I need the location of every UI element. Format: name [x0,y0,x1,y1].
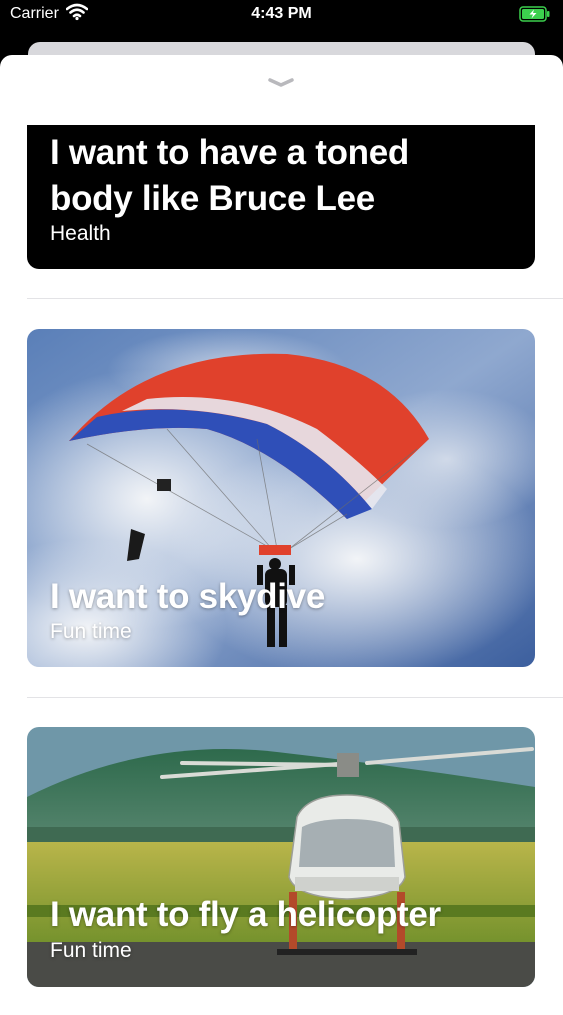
goal-card-bruce-lee[interactable]: I want to have a toned body like Bruce L… [27,125,535,269]
modal-sheet[interactable]: I want to have a toned body like Bruce L… [0,55,563,1015]
card-category: Fun time [50,939,132,962]
status-time: 4:43 PM [251,5,312,22]
card-title-line-1: I want to have a toned [50,133,410,172]
card-title-line-2: body like Bruce Lee [50,179,375,218]
card-category: Fun time [50,620,132,643]
card-title: I want to have a toned body like Bruce L… [50,130,409,222]
divider [27,298,563,299]
battery-charging-icon [519,6,551,22]
goal-card-skydive[interactable]: I want to skydive Fun time [27,329,535,667]
divider [27,697,563,698]
goal-card-helicopter[interactable]: I want to fly a helicopter Fun time [27,727,535,987]
chevron-down-icon[interactable] [267,77,295,89]
card-category: Health [50,222,111,245]
card-title: I want to fly a helicopter [50,895,441,934]
status-bar: Carrier 4:43 PM [0,0,563,32]
card-title: I want to skydive [50,577,325,616]
